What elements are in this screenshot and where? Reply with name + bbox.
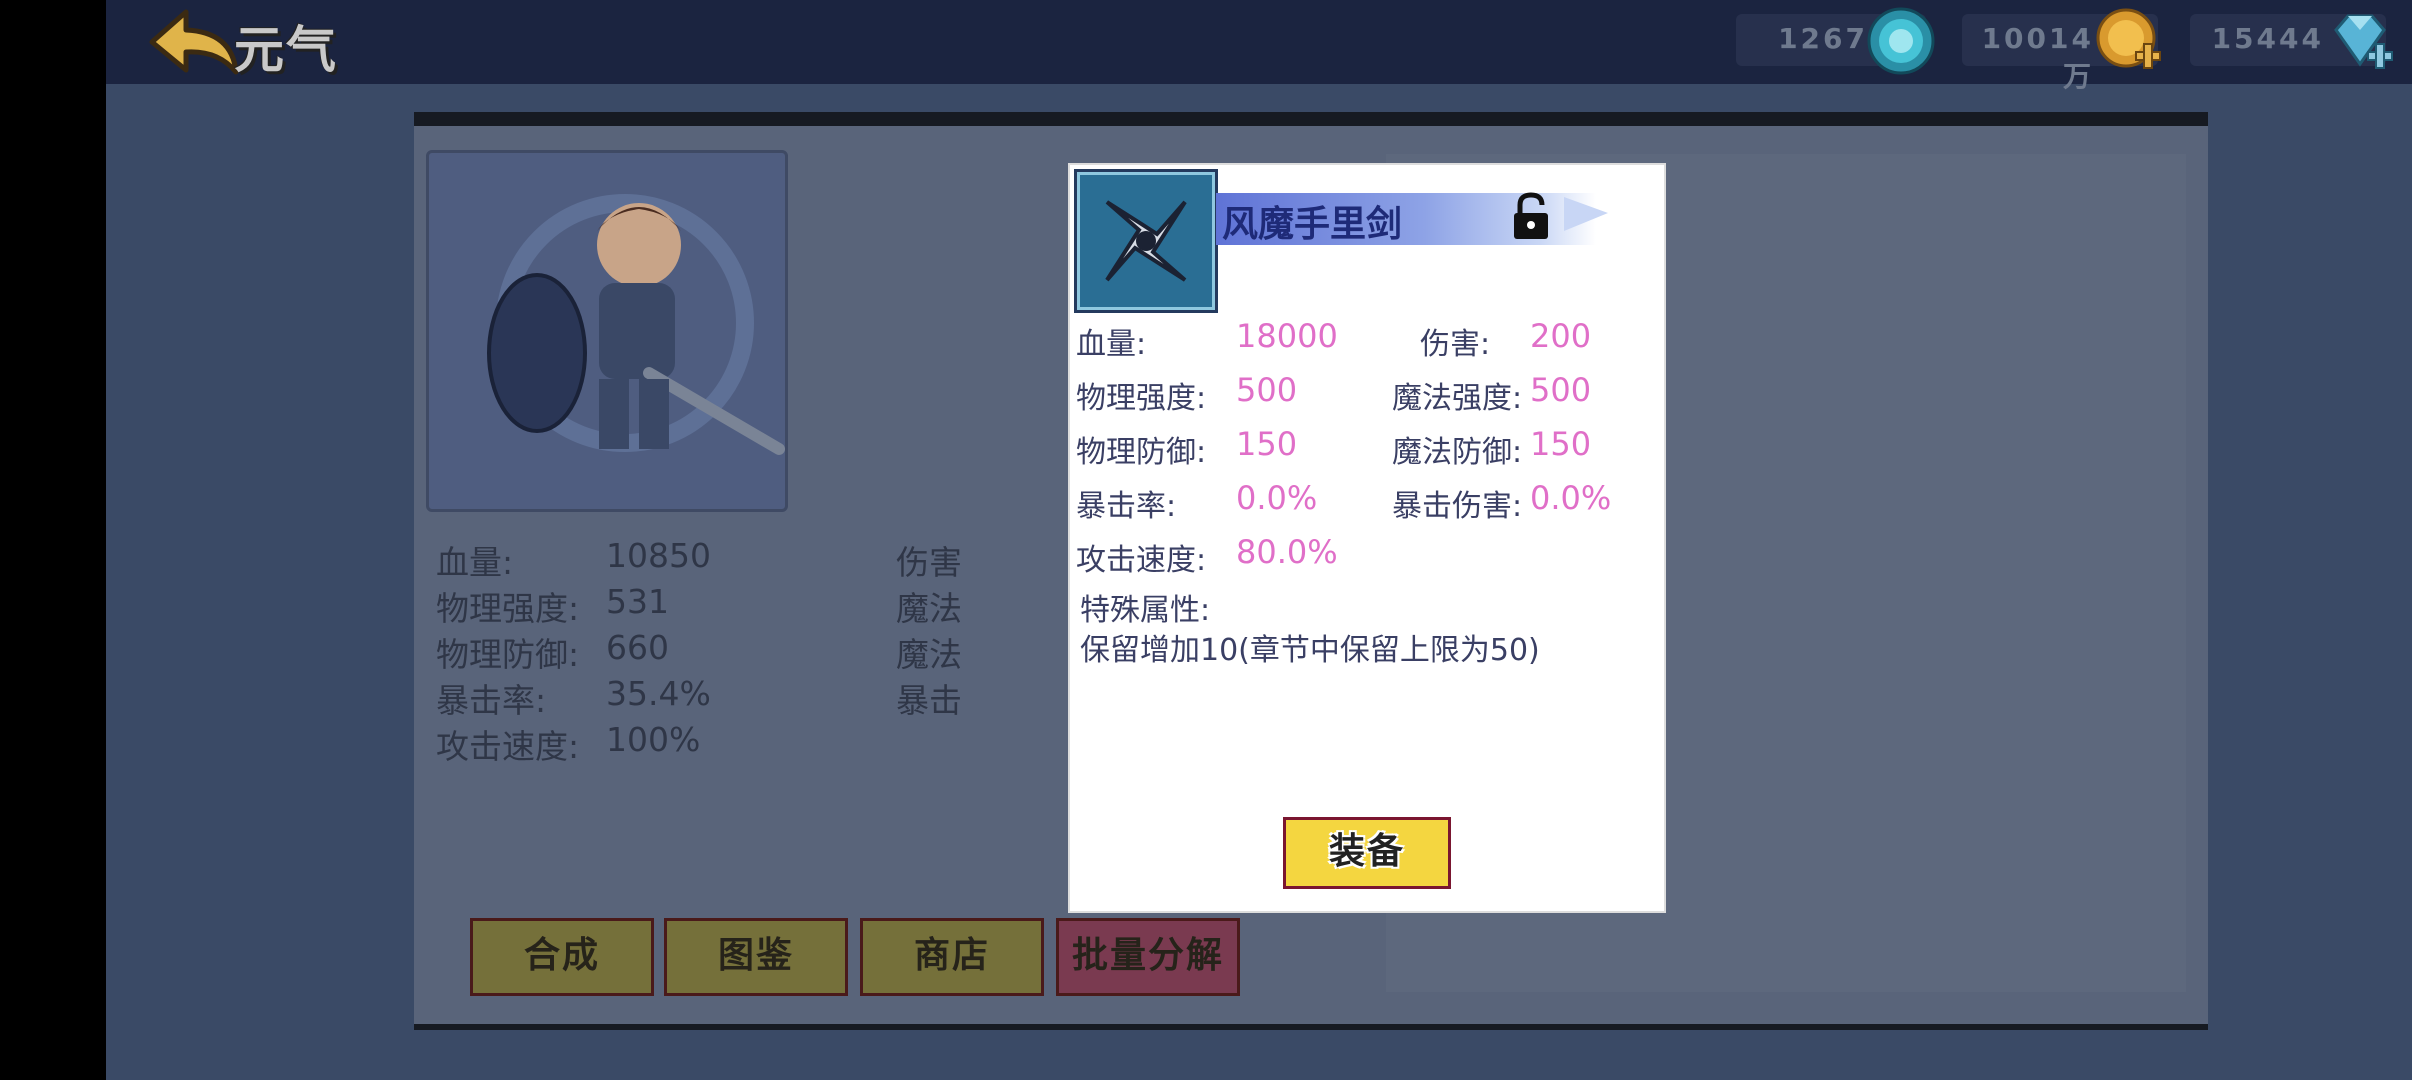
currency-gold: 10014万 bbox=[1962, 8, 2161, 93]
page-title: 元气 bbox=[234, 21, 338, 79]
hero-stat-right-label: 魔法 bbox=[896, 635, 962, 674]
gem-orb-icon bbox=[1866, 6, 1936, 76]
item-stat-label: 物理防御: bbox=[1076, 435, 1207, 470]
stat-label: 暴击率: bbox=[436, 681, 547, 720]
item-stat-label: 伤害: bbox=[1420, 327, 1491, 362]
special-attribute-text: 保留增加10(章节中保留上限为50) bbox=[1080, 633, 1540, 668]
stat-value: 10850 bbox=[606, 536, 711, 575]
game-screen: 元气 1267 10014万 15444 血量: 10850 物理强度: 531… bbox=[106, 0, 2412, 1080]
hero-stat-right-label: 伤害 bbox=[896, 543, 962, 582]
item-stat-value: 500 bbox=[1530, 371, 1592, 409]
item-stat-label: 血量: bbox=[1076, 327, 1147, 362]
gems-value: 1267 bbox=[1778, 22, 1868, 55]
stat-value: 531 bbox=[606, 582, 669, 621]
item-name: 风魔手里剑 bbox=[1222, 204, 1403, 245]
item-stat-value: 80.0% bbox=[1236, 533, 1338, 571]
hero-stat-right-label: 魔法 bbox=[896, 589, 962, 628]
codex-button[interactable]: 图鉴 bbox=[664, 918, 848, 996]
stat-value: 35.4% bbox=[606, 674, 711, 713]
item-stat-label: 魔法强度: bbox=[1392, 381, 1523, 416]
hero-stat-attack-speed: 攻击速度: 100% bbox=[436, 720, 700, 768]
item-stat-value: 0.0% bbox=[1236, 479, 1318, 517]
shop-button[interactable]: 商店 bbox=[860, 918, 1044, 996]
knight-hero-portrait bbox=[487, 194, 785, 455]
item-stat-value: 150 bbox=[1530, 425, 1592, 463]
hero-stat-physical-defense: 物理防御: 660 bbox=[436, 628, 669, 676]
gold-value: 10014万 bbox=[1981, 22, 2094, 93]
back-arrow-icon[interactable] bbox=[146, 6, 246, 78]
item-stat-label: 暴击率: bbox=[1076, 489, 1177, 524]
stat-value: 100% bbox=[606, 720, 701, 759]
stat-value: 660 bbox=[606, 628, 669, 667]
diamond-add-icon[interactable] bbox=[2326, 6, 2396, 76]
item-stat-value: 200 bbox=[1530, 317, 1592, 355]
stat-label: 攻击速度: bbox=[436, 727, 580, 766]
item-stat-label: 物理强度: bbox=[1076, 381, 1207, 416]
shuriken-icon bbox=[1074, 169, 1218, 313]
hero-stat-hp: 血量: 10850 bbox=[436, 536, 711, 584]
item-stat-value: 500 bbox=[1236, 371, 1298, 409]
top-bar: 元气 1267 10014万 15444 bbox=[106, 0, 2412, 93]
item-stat-label: 暴击伤害: bbox=[1392, 489, 1523, 524]
synthesize-button[interactable]: 合成 bbox=[470, 918, 654, 996]
item-stat-value: 18000 bbox=[1236, 317, 1338, 355]
hero-stat-right-label: 暴击 bbox=[896, 681, 962, 720]
hero-stat-physical-power: 物理强度: 531 bbox=[436, 582, 669, 630]
lock-icon[interactable] bbox=[1510, 191, 1552, 241]
stat-label: 物理防御: bbox=[436, 635, 580, 674]
item-stat-value: 0.0% bbox=[1530, 479, 1612, 517]
item-stat-label: 攻击速度: bbox=[1076, 543, 1207, 578]
stat-label: 血量: bbox=[436, 543, 514, 582]
currency-diamonds: 15444 bbox=[2190, 14, 2393, 69]
flag-decoration-icon bbox=[1560, 191, 1614, 237]
batch-dismantle-button[interactable]: 批量分解 bbox=[1056, 918, 1240, 996]
diamonds-value: 15444 bbox=[2211, 22, 2324, 55]
hero-stat-crit-rate: 暴击率: 35.4% bbox=[436, 674, 711, 722]
item-stat-value: 150 bbox=[1236, 425, 1298, 463]
special-attribute-label: 特殊属性: bbox=[1080, 593, 1211, 628]
hero-portrait-card bbox=[426, 150, 788, 512]
stat-label: 物理强度: bbox=[436, 589, 580, 628]
item-stat-label: 魔法防御: bbox=[1392, 435, 1523, 470]
gold-coin-add-icon[interactable] bbox=[2094, 6, 2164, 76]
item-detail-popup: 风魔手里剑 血量: 18000 物理强度: 500 物理防御: 150 暴击率:… bbox=[1068, 163, 1666, 913]
equip-button[interactable]: 装备 bbox=[1283, 817, 1451, 889]
currency-gems: 1267 bbox=[1736, 7, 1935, 75]
